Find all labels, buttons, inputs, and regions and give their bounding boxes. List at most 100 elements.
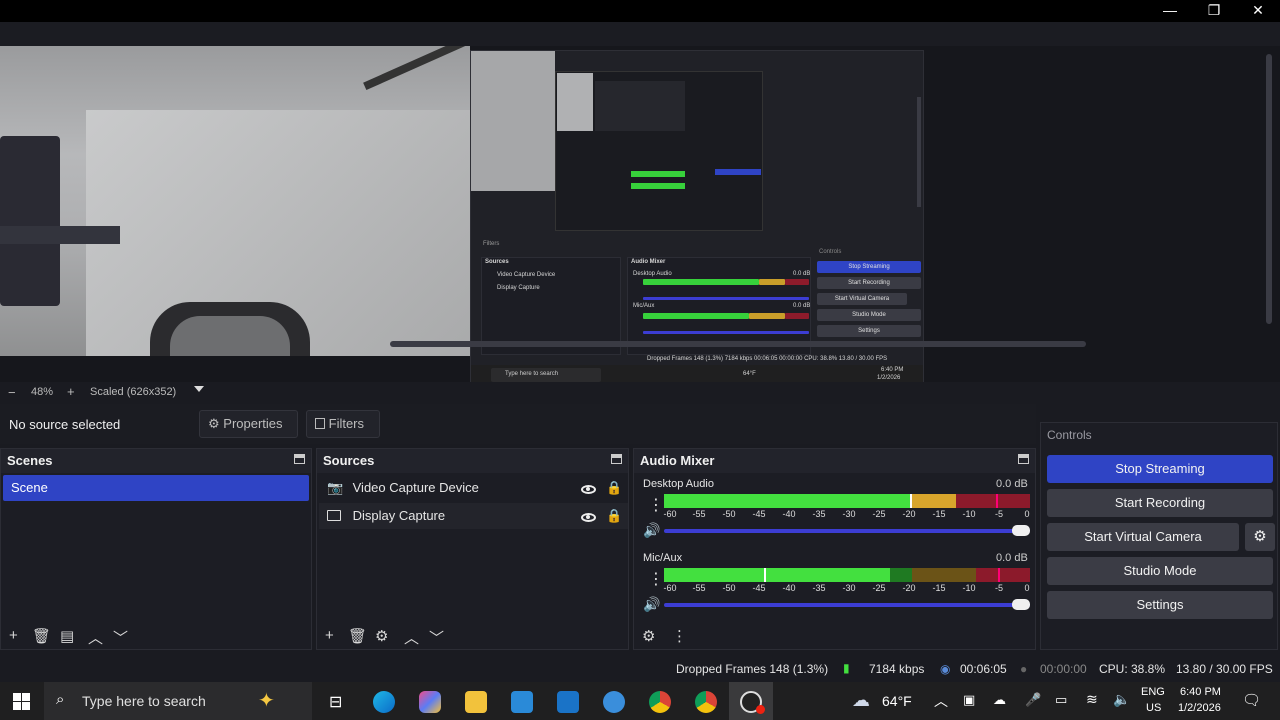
tick: -5 (994, 509, 1004, 519)
sources-title: Sources (317, 449, 628, 473)
undock-icon[interactable] (294, 454, 305, 464)
channel-name: Desktop Audio (643, 478, 714, 490)
kebab-menu-icon[interactable]: ⋮ (672, 627, 687, 645)
task-view-icon[interactable]: ⊟ (329, 692, 342, 712)
taskbar-search-box[interactable]: ⌕ Type here to search ✦ (44, 682, 312, 720)
store-icon[interactable] (511, 691, 533, 713)
obs-taskbar-button[interactable] (729, 682, 773, 720)
chevron-up-icon[interactable]: ︿ (88, 627, 103, 648)
trash-icon[interactable]: 🗑 (32, 627, 51, 645)
controls-title: Controls (1047, 428, 1092, 442)
close-button[interactable]: ✕ (1236, 0, 1280, 22)
outlook-icon[interactable] (557, 691, 579, 713)
tick: -10 (962, 509, 976, 519)
nested-sources-title: Sources (485, 259, 509, 265)
scene-item[interactable]: Scene (3, 475, 309, 501)
browser-icon[interactable] (603, 691, 625, 713)
start-recording-button[interactable]: Start Recording (1047, 489, 1273, 517)
channel-name: Mic/Aux (643, 552, 683, 564)
lock-icon[interactable]: 🔒 (606, 508, 622, 524)
properties-button[interactable]: ⚙ Properties (199, 410, 298, 438)
slider-knob[interactable] (1012, 525, 1030, 536)
restore-button[interactable]: ❐ (1192, 0, 1236, 22)
search-placeholder: Type here to search (82, 693, 206, 709)
preview-vertical-scrollbar[interactable] (1266, 54, 1272, 324)
trash-icon[interactable]: 🗑 (348, 627, 367, 645)
stop-streaming-button[interactable]: Stop Streaming (1047, 455, 1273, 483)
language-code[interactable]: ENG (1141, 686, 1165, 698)
filters-button[interactable]: Filters (306, 410, 380, 438)
chrome-icon[interactable] (695, 691, 717, 713)
gear-icon[interactable]: ⚙ (375, 627, 388, 645)
nested-settings: Settings (817, 325, 921, 337)
zoom-percent: 48% (31, 386, 54, 398)
source-label: Display Capture (352, 508, 446, 523)
minimize-button[interactable]: — (1148, 0, 1192, 22)
visibility-eye-icon[interactable] (581, 513, 596, 522)
microphone-icon[interactable]: 🎤 (1025, 692, 1041, 708)
settings-button[interactable]: Settings (1047, 591, 1273, 619)
clock-date[interactable]: 1/2/2026 (1178, 702, 1221, 714)
kebab-menu-icon[interactable]: ⋮ (648, 495, 664, 515)
gear-icon[interactable]: ⚙ (642, 627, 655, 645)
preview-canvas[interactable]: Filters Sources Video Capture Device Dis… (0, 46, 1280, 384)
volume-icon[interactable]: 🔈 (1113, 691, 1130, 708)
tick: -60 (663, 509, 677, 519)
stream-time: 00:06:05 (960, 662, 1007, 676)
chevron-down-icon[interactable]: ﹀ (429, 627, 444, 648)
nested-status: Dropped Frames 148 (1.3%) 7184 kbps 00:0… (647, 356, 888, 362)
nested-db1: 0.0 dB (793, 271, 811, 277)
tick: -55 (692, 583, 706, 593)
filter-icon[interactable]: ▤ (60, 627, 74, 645)
undock-icon[interactable] (611, 454, 622, 464)
windows-start-icon[interactable] (13, 693, 30, 710)
bitrate: 7184 kbps (869, 662, 925, 676)
filters-label: Filters (328, 416, 365, 431)
zoom-out-button[interactable]: − (8, 385, 16, 400)
nested-temp: 64°F (743, 371, 756, 377)
start-virtual-camera-button[interactable]: Start Virtual Camera (1047, 523, 1239, 551)
chrome-icon[interactable] (649, 691, 671, 713)
tick: -20 (902, 509, 916, 519)
zoom-in-button[interactable]: + (67, 384, 75, 399)
slider-knob[interactable] (1012, 599, 1030, 610)
speaker-icon[interactable]: 🔊 (643, 522, 660, 539)
copilot-icon[interactable] (419, 691, 441, 713)
title-bar: — ❐ ✕ (0, 0, 1280, 22)
sources-footer: + 🗑 ⚙ ︿ ﹀ (317, 621, 628, 649)
scenes-footer: + 🗑 ▤ ︿ ﹀ (1, 621, 311, 649)
clock-time[interactable]: 6:40 PM (1180, 686, 1221, 698)
tray-icon[interactable]: ▣ (963, 692, 975, 708)
tick: -55 (692, 509, 706, 519)
chevron-down-icon[interactable]: ﹀ (113, 627, 128, 648)
mic-aux-volume-slider[interactable] (664, 599, 1030, 610)
tick: -60 (663, 583, 677, 593)
nested-time: 6:40 PM (881, 367, 904, 373)
lock-icon[interactable]: 🔒 (606, 480, 622, 496)
nested-src1: Video Capture Device (497, 272, 556, 278)
weather-cloud-icon[interactable]: ☁ (852, 690, 870, 711)
scale-dropdown-icon[interactable] (194, 386, 204, 392)
kebab-menu-icon[interactable]: ⋮ (648, 569, 664, 589)
notification-icon[interactable]: 🗨 (1242, 691, 1261, 709)
channel-db: 0.0 dB (996, 478, 1028, 490)
wifi-icon[interactable]: ≋ (1086, 691, 1098, 708)
desktop-audio-volume-slider[interactable] (664, 525, 1030, 536)
speaker-icon[interactable]: 🔊 (643, 596, 660, 613)
file-explorer-icon[interactable] (465, 691, 487, 713)
status-bar: Dropped Frames 148 (1.3%) ▮ 7184 kbps ◉ … (0, 656, 1280, 682)
add-icon[interactable]: + (9, 627, 18, 644)
undock-icon[interactable] (1018, 454, 1029, 464)
add-icon[interactable]: + (325, 627, 334, 644)
chevron-up-icon[interactable]: ︿ (404, 627, 419, 648)
studio-mode-button[interactable]: Studio Mode (1047, 557, 1273, 585)
virtual-camera-settings-gear-icon[interactable]: ⚙ (1245, 523, 1275, 551)
chevron-up-icon[interactable]: ︿ (934, 691, 948, 711)
temperature: 64°F (882, 693, 912, 709)
preview-horizontal-scrollbar[interactable] (390, 341, 1086, 347)
battery-icon[interactable]: ▭ (1055, 692, 1067, 708)
onedrive-icon[interactable]: ☁ (993, 692, 1006, 708)
language-region[interactable]: US (1146, 702, 1161, 714)
visibility-eye-icon[interactable] (581, 485, 596, 494)
edge-icon[interactable] (373, 691, 395, 713)
